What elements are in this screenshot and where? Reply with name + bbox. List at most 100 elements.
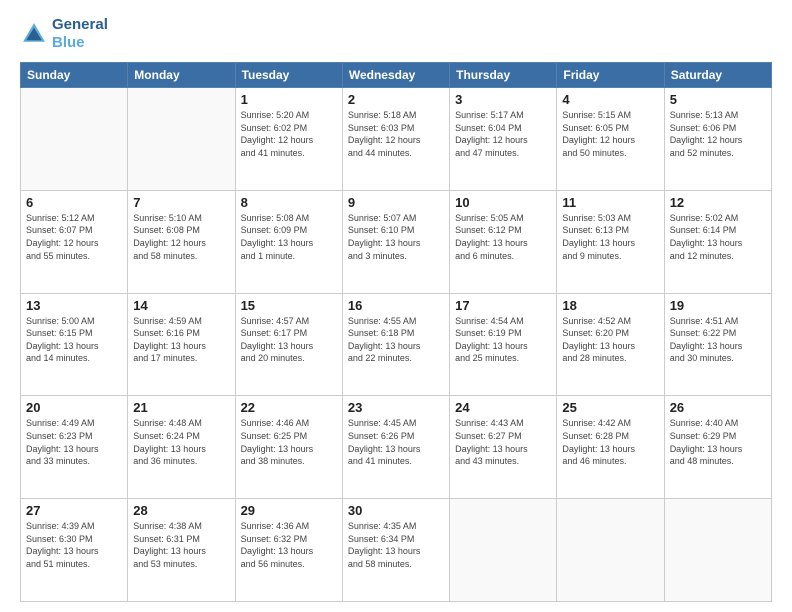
day-number: 1 — [241, 92, 337, 107]
day-number: 24 — [455, 400, 551, 415]
calendar-cell: 23 Sunrise: 4:45 AM Sunset: 6:26 PM Dayli… — [342, 396, 449, 499]
calendar-cell: 2Sunrise: 5:18 AM Sunset: 6:03 PM Daylig… — [342, 88, 449, 191]
day-number: 12 — [670, 195, 766, 210]
calendar-cell — [557, 499, 664, 602]
calendar-table: SundayMondayTuesdayWednesdayThursdayFrid… — [20, 62, 772, 602]
day-number: 19 — [670, 298, 766, 313]
day-number: 29 — [241, 503, 337, 518]
calendar-cell: 18 Sunrise: 4:52 AM Sunset: 6:20 PM Dayli… — [557, 293, 664, 396]
calendar-week-1: 1 Sunrise: 5:20 AM Sunset: 6:02 PM Daylig… — [21, 88, 772, 191]
calendar-cell: 19Sunrise: 4:51 AM Sunset: 6:22 PM Dayli… — [664, 293, 771, 396]
logo: General Blue — [20, 16, 108, 52]
calendar-cell: 15 Sunrise: 4:57 AM Sunset: 6:17 PM Dayli… — [235, 293, 342, 396]
day-info: Sunrise: 5:17 AM Sunset: 6:04 PM Dayligh… — [455, 109, 551, 159]
day-number: 10 — [455, 195, 551, 210]
day-info: Sunrise: 5:05 AM Sunset: 6:12 PM Dayligh… — [455, 212, 551, 262]
weekday-header-sunday: Sunday — [21, 63, 128, 88]
header: General Blue — [20, 16, 772, 52]
day-info: Sunrise: 4:45 AM Sunset: 6:26 PM Dayligh… — [348, 417, 444, 467]
day-info: Sunrise: 4:43 AM Sunset: 6:27 PM Dayligh… — [455, 417, 551, 467]
calendar-week-3: 13 Sunrise: 5:00 AM Sunset: 6:15 PM Dayli… — [21, 293, 772, 396]
calendar-cell: 26 Sunrise: 4:40 AM Sunset: 6:29 PM Dayli… — [664, 396, 771, 499]
day-number: 3 — [455, 92, 551, 107]
logo-icon — [20, 20, 48, 48]
weekday-header-row: SundayMondayTuesdayWednesdayThursdayFrid… — [21, 63, 772, 88]
calendar-cell — [664, 499, 771, 602]
weekday-header-friday: Friday — [557, 63, 664, 88]
calendar-cell: 28Sunrise: 4:38 AM Sunset: 6:31 PM Dayli… — [128, 499, 235, 602]
calendar-cell: 14 Sunrise: 4:59 AM Sunset: 6:16 PM Dayli… — [128, 293, 235, 396]
calendar-cell: 9 Sunrise: 5:07 AM Sunset: 6:10 PM Daylig… — [342, 190, 449, 293]
calendar-cell: 13 Sunrise: 5:00 AM Sunset: 6:15 PM Dayli… — [21, 293, 128, 396]
calendar-cell: 17 Sunrise: 4:54 AM Sunset: 6:19 PM Dayli… — [450, 293, 557, 396]
calendar-cell: 1 Sunrise: 5:20 AM Sunset: 6:02 PM Daylig… — [235, 88, 342, 191]
weekday-header-monday: Monday — [128, 63, 235, 88]
day-number: 5 — [670, 92, 766, 107]
logo-text: General Blue — [52, 16, 108, 52]
calendar-cell — [450, 499, 557, 602]
page: General Blue SundayMondayTuesdayWednesda… — [0, 0, 792, 612]
day-number: 13 — [26, 298, 122, 313]
calendar-cell: 21 Sunrise: 4:48 AM Sunset: 6:24 PM Dayli… — [128, 396, 235, 499]
day-info: Sunrise: 4:57 AM Sunset: 6:17 PM Dayligh… — [241, 315, 337, 365]
day-info: Sunrise: 4:59 AM Sunset: 6:16 PM Dayligh… — [133, 315, 229, 365]
calendar-week-5: 27 Sunrise: 4:39 AM Sunset: 6:30 PM Dayli… — [21, 499, 772, 602]
day-number: 21 — [133, 400, 229, 415]
day-info: Sunrise: 5:00 AM Sunset: 6:15 PM Dayligh… — [26, 315, 122, 365]
day-info: Sunrise: 5:12 AM Sunset: 6:07 PM Dayligh… — [26, 212, 122, 262]
day-info: Sunrise: 4:48 AM Sunset: 6:24 PM Dayligh… — [133, 417, 229, 467]
day-number: 26 — [670, 400, 766, 415]
day-number: 22 — [241, 400, 337, 415]
calendar-cell: 3 Sunrise: 5:17 AM Sunset: 6:04 PM Daylig… — [450, 88, 557, 191]
day-info: Sunrise: 4:49 AM Sunset: 6:23 PM Dayligh… — [26, 417, 122, 467]
day-number: 9 — [348, 195, 444, 210]
calendar-cell: 16Sunrise: 4:55 AM Sunset: 6:18 PM Dayli… — [342, 293, 449, 396]
calendar-cell: 25 Sunrise: 4:42 AM Sunset: 6:28 PM Dayli… — [557, 396, 664, 499]
calendar-cell: 10 Sunrise: 5:05 AM Sunset: 6:12 PM Dayli… — [450, 190, 557, 293]
day-info: Sunrise: 5:08 AM Sunset: 6:09 PM Dayligh… — [241, 212, 337, 262]
calendar-cell — [21, 88, 128, 191]
day-number: 8 — [241, 195, 337, 210]
day-number: 30 — [348, 503, 444, 518]
day-info: Sunrise: 4:39 AM Sunset: 6:30 PM Dayligh… — [26, 520, 122, 570]
calendar-cell: 30 Sunrise: 4:35 AM Sunset: 6:34 PM Dayli… — [342, 499, 449, 602]
day-number: 2 — [348, 92, 444, 107]
day-number: 25 — [562, 400, 658, 415]
day-info: Sunrise: 5:07 AM Sunset: 6:10 PM Dayligh… — [348, 212, 444, 262]
calendar-cell: 29Sunrise: 4:36 AM Sunset: 6:32 PM Dayli… — [235, 499, 342, 602]
day-info: Sunrise: 4:38 AM Sunset: 6:31 PM Dayligh… — [133, 520, 229, 570]
weekday-header-saturday: Saturday — [664, 63, 771, 88]
day-info: Sunrise: 4:40 AM Sunset: 6:29 PM Dayligh… — [670, 417, 766, 467]
day-number: 15 — [241, 298, 337, 313]
day-info: Sunrise: 4:42 AM Sunset: 6:28 PM Dayligh… — [562, 417, 658, 467]
day-number: 11 — [562, 195, 658, 210]
day-number: 14 — [133, 298, 229, 313]
day-info: Sunrise: 4:46 AM Sunset: 6:25 PM Dayligh… — [241, 417, 337, 467]
calendar-cell: 11Sunrise: 5:03 AM Sunset: 6:13 PM Dayli… — [557, 190, 664, 293]
day-info: Sunrise: 4:52 AM Sunset: 6:20 PM Dayligh… — [562, 315, 658, 365]
day-info: Sunrise: 4:54 AM Sunset: 6:19 PM Dayligh… — [455, 315, 551, 365]
weekday-header-tuesday: Tuesday — [235, 63, 342, 88]
day-number: 17 — [455, 298, 551, 313]
day-info: Sunrise: 4:35 AM Sunset: 6:34 PM Dayligh… — [348, 520, 444, 570]
day-number: 4 — [562, 92, 658, 107]
calendar-cell — [128, 88, 235, 191]
calendar-cell: 22 Sunrise: 4:46 AM Sunset: 6:25 PM Dayli… — [235, 396, 342, 499]
calendar-cell: 7 Sunrise: 5:10 AM Sunset: 6:08 PM Daylig… — [128, 190, 235, 293]
calendar-week-2: 6Sunrise: 5:12 AM Sunset: 6:07 PM Daylig… — [21, 190, 772, 293]
day-number: 23 — [348, 400, 444, 415]
calendar-cell: 24 Sunrise: 4:43 AM Sunset: 6:27 PM Dayli… — [450, 396, 557, 499]
day-info: Sunrise: 5:15 AM Sunset: 6:05 PM Dayligh… — [562, 109, 658, 159]
day-number: 18 — [562, 298, 658, 313]
calendar-cell: 6Sunrise: 5:12 AM Sunset: 6:07 PM Daylig… — [21, 190, 128, 293]
calendar-week-4: 20Sunrise: 4:49 AM Sunset: 6:23 PM Dayli… — [21, 396, 772, 499]
weekday-header-thursday: Thursday — [450, 63, 557, 88]
calendar-cell: 4 Sunrise: 5:15 AM Sunset: 6:05 PM Daylig… — [557, 88, 664, 191]
day-info: Sunrise: 5:13 AM Sunset: 6:06 PM Dayligh… — [670, 109, 766, 159]
day-info: Sunrise: 5:10 AM Sunset: 6:08 PM Dayligh… — [133, 212, 229, 262]
day-number: 16 — [348, 298, 444, 313]
day-info: Sunrise: 5:20 AM Sunset: 6:02 PM Dayligh… — [241, 109, 337, 159]
day-number: 7 — [133, 195, 229, 210]
calendar-cell: 5 Sunrise: 5:13 AM Sunset: 6:06 PM Daylig… — [664, 88, 771, 191]
day-number: 27 — [26, 503, 122, 518]
